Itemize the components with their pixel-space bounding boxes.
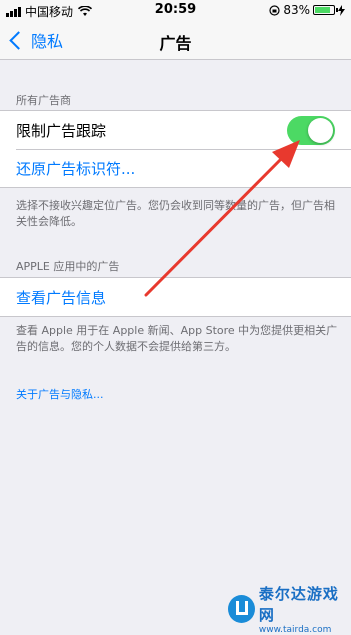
annotation-arrow [144, 140, 300, 297]
watermark-title: 泰尔达游戏网 [258, 585, 339, 624]
watermark-url: www.tairda.com [258, 625, 332, 635]
watermark-logo-icon [228, 595, 255, 623]
watermark: 泰尔达游戏网 www.tairda.com [228, 583, 351, 635]
watermark-text: 泰尔达游戏网 www.tairda.com [259, 583, 351, 635]
